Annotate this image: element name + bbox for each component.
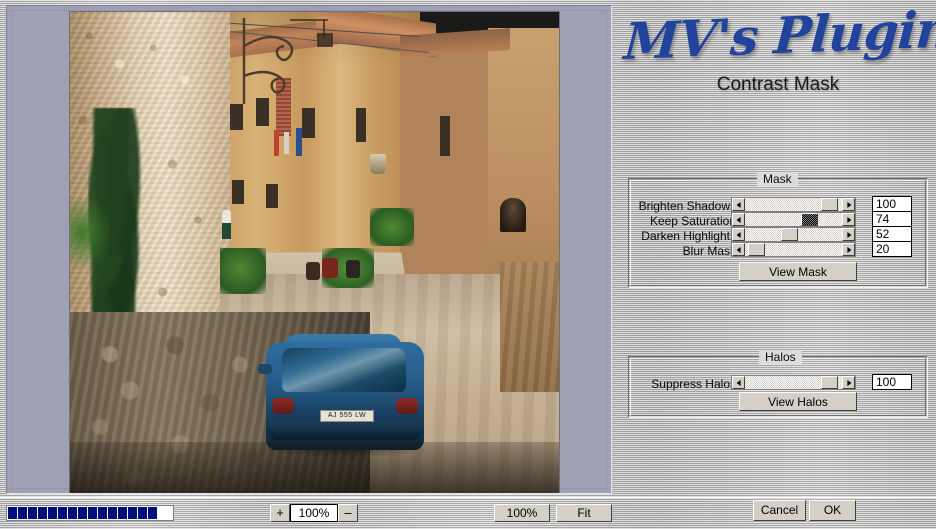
- progress-segment: [148, 507, 157, 519]
- contrast-mask-window: AJ 555 LW MV's Plugins Contrast Mask Mas…: [0, 0, 936, 529]
- slider-suppress-halos-thumb[interactable]: [821, 376, 838, 389]
- slider-keep-saturation[interactable]: [731, 212, 856, 227]
- preview-image-frame[interactable]: AJ 555 LW: [69, 11, 560, 493]
- zoom-control-group[interactable]: + 100% –: [270, 504, 358, 522]
- slider-suppress-halos-decrement[interactable]: [732, 376, 745, 389]
- photo-car-rear-window: [282, 348, 406, 392]
- label-blur-mask: Blur Mask: [682, 244, 736, 258]
- photo-scooter: [322, 258, 338, 278]
- label-darken-highlights: Darken Highlights: [641, 229, 736, 243]
- mv-plugins-logo: MV's Plugins: [622, 0, 936, 72]
- photo-car-mirror: [258, 364, 272, 374]
- value-brighten-shadows[interactable]: 100: [872, 196, 912, 212]
- slider-darken-highlights-increment[interactable]: [842, 228, 855, 241]
- label-brighten-shadows: Brighten Shadows: [638, 199, 736, 213]
- progress-segment: [58, 507, 67, 519]
- photo-scooter: [346, 260, 360, 278]
- slider-brighten-shadows-thumb[interactable]: [821, 198, 838, 211]
- progress-segment: [78, 507, 87, 519]
- photo-window: [302, 108, 315, 138]
- halos-group-title: Halos: [759, 350, 802, 364]
- status-bar: + 100% – 100% Fit: [0, 497, 936, 529]
- value-blur-mask[interactable]: 20: [872, 241, 912, 257]
- progress-segment: [8, 507, 17, 519]
- photo-wrought-iron-bracket: [242, 18, 333, 104]
- slider-blur-mask-thumb[interactable]: [748, 243, 765, 256]
- slider-suppress-halos[interactable]: [731, 375, 856, 390]
- zoom-level-field[interactable]: 100%: [290, 504, 338, 522]
- slider-darken-highlights[interactable]: [731, 227, 856, 242]
- slider-blur-mask-decrement[interactable]: [732, 243, 745, 256]
- progress-segment: [48, 507, 57, 519]
- label-keep-saturation: Keep Saturation: [649, 214, 736, 228]
- progress-segment: [38, 507, 47, 519]
- value-keep-saturation[interactable]: 74: [872, 211, 912, 227]
- zoom-fit-button[interactable]: Fit: [556, 504, 612, 522]
- preview-canvas-pane[interactable]: AJ 555 LW: [6, 5, 612, 494]
- progress-segment: [98, 507, 107, 519]
- zoom-in-button[interactable]: +: [270, 504, 290, 522]
- photo-pedestrian: [222, 210, 231, 224]
- view-halos-button[interactable]: View Halos: [739, 392, 857, 411]
- slider-blur-mask[interactable]: [731, 242, 856, 257]
- slider-darken-highlights-decrement[interactable]: [732, 228, 745, 241]
- slider-suppress-halos-increment[interactable]: [842, 376, 855, 389]
- photo-foliage: [70, 198, 110, 268]
- slider-suppress-halos-track[interactable]: [745, 376, 842, 389]
- value-suppress-halos[interactable]: 100: [872, 374, 912, 390]
- photo-window: [266, 184, 278, 208]
- photo-pedestrian: [222, 223, 231, 239]
- slider-keep-saturation-thumb[interactable]: [801, 213, 818, 226]
- photo-car-taillight-left: [272, 398, 294, 414]
- slider-keep-saturation-increment[interactable]: [842, 213, 855, 226]
- photo-foliage: [370, 208, 414, 246]
- photo-laundry: [274, 130, 279, 156]
- plugin-branding: MV's Plugins Contrast Mask: [622, 0, 936, 114]
- label-suppress-halos: Suppress Halos: [651, 377, 736, 391]
- slider-keep-saturation-decrement[interactable]: [732, 213, 745, 226]
- slider-brighten-shadows-increment[interactable]: [842, 198, 855, 211]
- slider-brighten-shadows[interactable]: [731, 197, 856, 212]
- progress-segment: [88, 507, 97, 519]
- progress-segment: [138, 507, 147, 519]
- photo-right-low-wall: [500, 262, 559, 392]
- progress-segment: [108, 507, 117, 519]
- photo-scooter: [306, 262, 320, 280]
- progress-segment: [28, 507, 37, 519]
- slider-keep-saturation-track[interactable]: [745, 213, 842, 226]
- photo-window: [440, 116, 450, 156]
- photo-car-licence-plate: AJ 555 LW: [320, 410, 374, 422]
- photo-car-bumper: [268, 422, 422, 440]
- slider-blur-mask-increment[interactable]: [842, 243, 855, 256]
- photo-laundry: [296, 128, 302, 156]
- mask-group-title: Mask: [757, 172, 798, 186]
- preview-photograph: AJ 555 LW: [70, 12, 559, 493]
- progress-segment: [18, 507, 27, 519]
- progress-bar: [6, 505, 174, 521]
- photo-bottom-shadow: [70, 442, 559, 493]
- progress-segment: [118, 507, 127, 519]
- photo-wall-niche: [500, 198, 526, 232]
- photo-laundry: [284, 132, 289, 154]
- slider-brighten-shadows-decrement[interactable]: [732, 198, 745, 211]
- photo-foliage: [220, 248, 266, 294]
- value-darken-highlights[interactable]: 52: [872, 226, 912, 242]
- zoom-out-button[interactable]: –: [338, 504, 358, 522]
- slider-blur-mask-track[interactable]: [745, 243, 842, 256]
- progress-segment: [68, 507, 77, 519]
- slider-darken-highlights-thumb[interactable]: [781, 228, 798, 241]
- photo-window: [356, 108, 366, 142]
- slider-brighten-shadows-track[interactable]: [745, 198, 842, 211]
- photo-street-lamp: [370, 154, 386, 174]
- zoom-100-button[interactable]: 100%: [494, 504, 550, 522]
- progress-segment: [128, 507, 137, 519]
- slider-darken-highlights-track[interactable]: [745, 228, 842, 241]
- view-mask-button[interactable]: View Mask: [739, 262, 857, 281]
- photo-window: [232, 180, 244, 204]
- photo-car-taillight-right: [396, 398, 418, 414]
- plugin-title: Contrast Mask: [716, 74, 840, 95]
